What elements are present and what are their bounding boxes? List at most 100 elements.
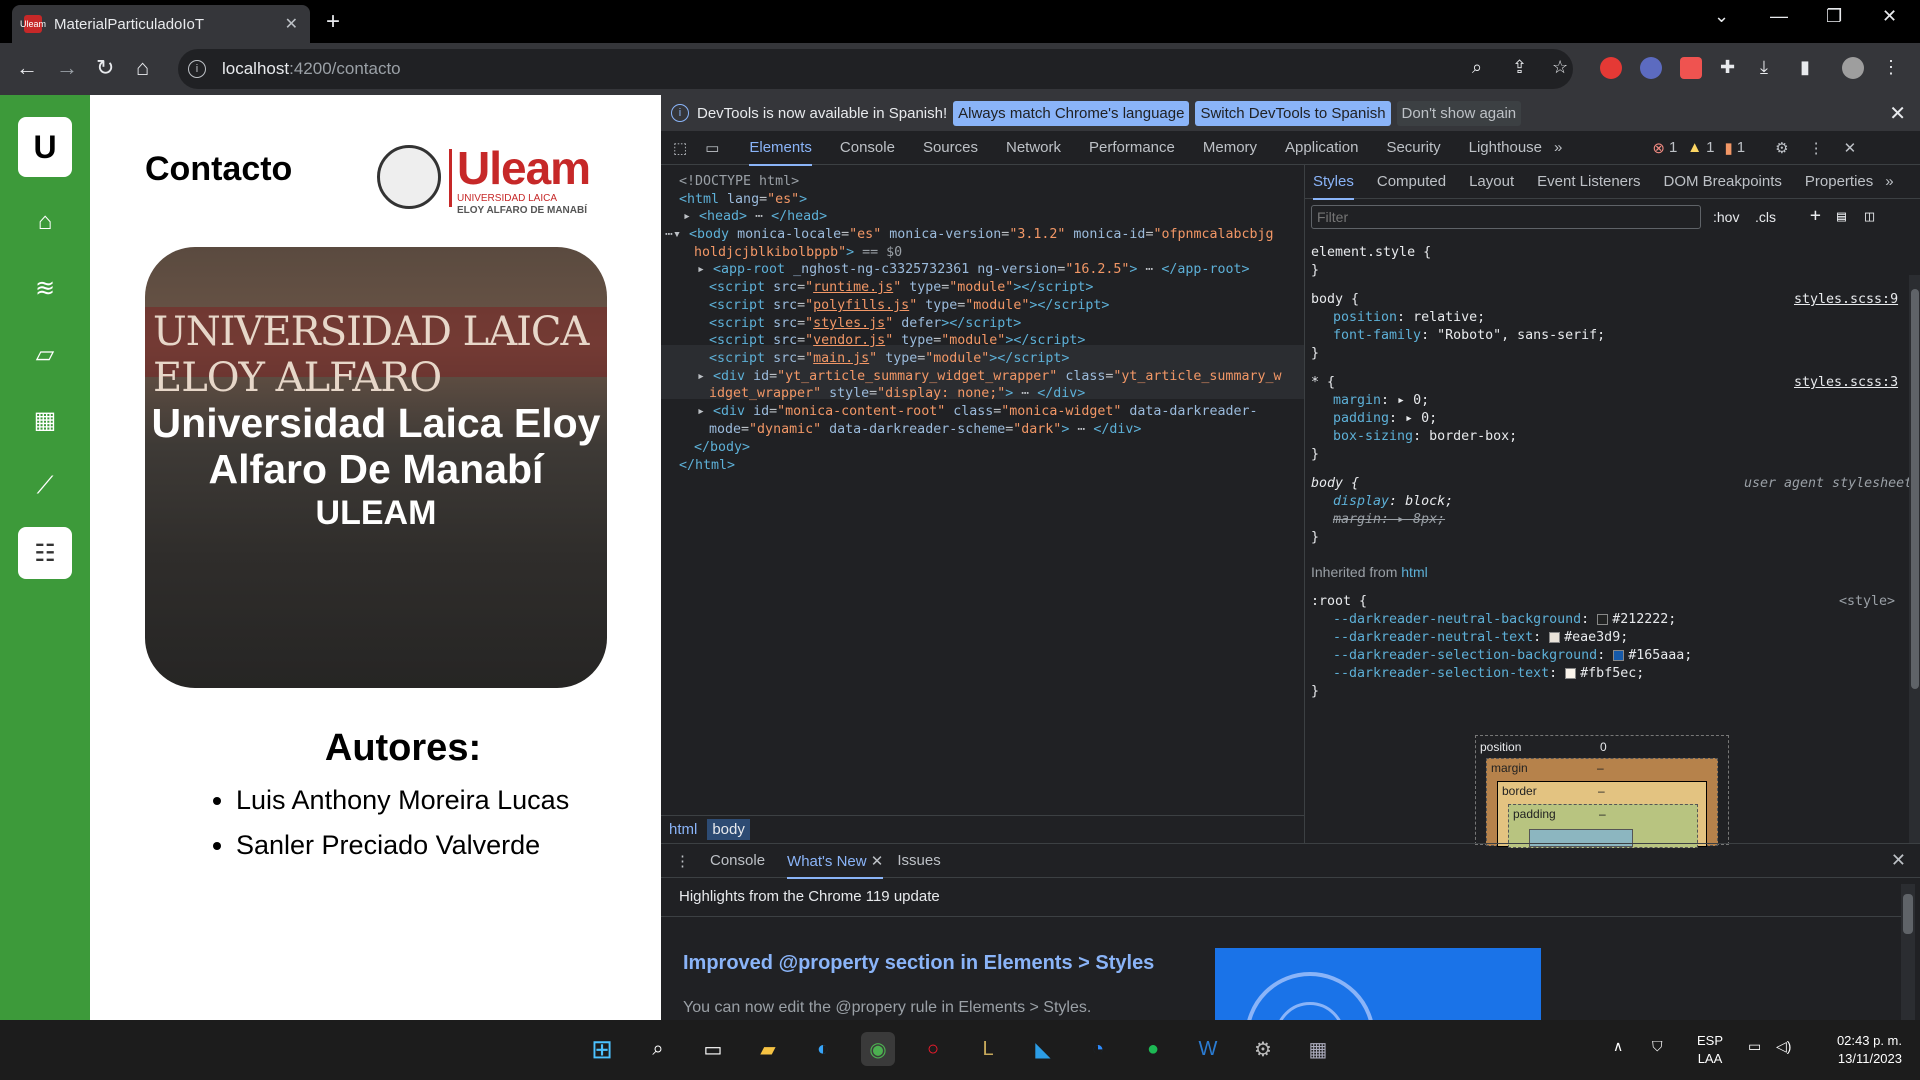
task-view-icon[interactable]: ▭ [696, 1032, 730, 1066]
tab-lighthouse[interactable]: Lighthouse [1469, 139, 1542, 156]
profile-avatar[interactable] [1842, 57, 1864, 79]
always-match-language-button[interactable]: Always match Chrome's language [953, 100, 1190, 126]
new-style-rule-icon[interactable]: + [1810, 205, 1821, 226]
word-icon[interactable]: W [1191, 1032, 1225, 1066]
styles-scrollbar[interactable] [1909, 275, 1920, 843]
chrome-icon[interactable]: ◉ [861, 1032, 895, 1066]
drawer-tab-close-icon[interactable]: ✕ [871, 853, 884, 870]
drawer-tab-issues[interactable]: Issues [897, 852, 940, 869]
switch-to-spanish-button[interactable]: Switch DevTools to Spanish [1195, 100, 1391, 126]
map-nav-icon[interactable]: ▱ [28, 337, 62, 371]
contacts-nav-icon[interactable]: ☷ [18, 527, 72, 579]
rule-element-style[interactable]: element.style { [1311, 245, 1431, 260]
rule-selector[interactable]: body { [1311, 476, 1359, 491]
zoom-icon[interactable]: ⌕ [1472, 57, 1482, 78]
css-declaration[interactable]: --darkreader-selection-text: #fbf5ec; [1333, 666, 1644, 681]
tab-close-icon[interactable]: ✕ [285, 14, 298, 34]
tab-security[interactable]: Security [1386, 139, 1440, 156]
more-style-tabs-icon[interactable]: » [1885, 173, 1893, 190]
warning-icon[interactable]: ▲ [1687, 139, 1702, 156]
error-icon[interactable]: ⊗ [1652, 139, 1665, 157]
devtools-close-icon[interactable]: ✕ [1844, 139, 1857, 157]
css-declaration[interactable]: font-family: "Roboto", sans-serif; [1333, 328, 1605, 343]
wind-nav-icon[interactable]: ≋ [28, 271, 62, 305]
windows-start-icon[interactable]: ⊞ [585, 1032, 619, 1066]
error-count[interactable]: 1 [1669, 139, 1677, 156]
paint-icon[interactable]: ▤ [1837, 207, 1846, 225]
extension-cast-icon[interactable] [1680, 57, 1702, 79]
home-icon[interactable]: ⌂ [136, 55, 149, 81]
extension-monica-icon[interactable] [1640, 57, 1662, 79]
extension-red-icon[interactable] [1600, 57, 1622, 79]
drawer-feature-heading[interactable]: Improved @property section in Elements >… [683, 952, 1154, 975]
more-tabs-icon[interactable]: » [1554, 139, 1562, 156]
hov-toggle[interactable]: :hov [1713, 209, 1739, 225]
close-window-icon[interactable]: ✕ [1882, 6, 1897, 27]
bookmark-star-icon[interactable]: ☆ [1552, 57, 1568, 78]
chart-nav-icon[interactable]: ⟋ [28, 469, 62, 503]
rule-source-link[interactable]: styles.scss:3 [1794, 375, 1898, 390]
tab-event-listeners[interactable]: Event Listeners [1537, 173, 1640, 190]
file-explorer-icon[interactable]: ▰ [751, 1032, 785, 1066]
css-declaration[interactable]: --darkreader-neutral-background: #212222… [1333, 612, 1676, 627]
css-declaration[interactable]: --darkreader-selection-background: #165a… [1333, 648, 1692, 663]
tab-elements[interactable]: Elements [749, 139, 812, 166]
home-nav-icon[interactable]: ⌂ [28, 205, 62, 239]
network-icon[interactable]: ▭ [1748, 1038, 1761, 1055]
settings-gear-icon[interactable]: ⚙ [1775, 139, 1788, 157]
edge-icon[interactable]: ◐ [806, 1032, 840, 1066]
devtools-menu-icon[interactable]: ⋮ [1809, 139, 1824, 157]
firefox-icon[interactable]: ◔ [1081, 1032, 1115, 1066]
issues-icon[interactable]: ▮ [1725, 139, 1733, 157]
drawer-close-icon[interactable]: ✕ [1891, 850, 1906, 871]
css-declaration[interactable]: position: relative; [1333, 310, 1485, 325]
league-of-legends-icon[interactable]: L [971, 1032, 1005, 1066]
rule-selector[interactable]: :root { [1311, 594, 1367, 609]
opera-icon[interactable]: ○ [916, 1032, 950, 1066]
browser-tab[interactable]: Uleam MaterialParticuladoIoT ✕ [12, 5, 310, 43]
drawer-tab-console[interactable]: Console [710, 852, 765, 869]
tab-memory[interactable]: Memory [1203, 139, 1257, 156]
tab-sources[interactable]: Sources [923, 139, 978, 156]
rule-selector[interactable]: * { [1311, 375, 1335, 390]
extensions-puzzle-icon[interactable]: ✚ [1720, 57, 1742, 79]
drawer-tab-whats-new[interactable]: What's New ✕ [787, 852, 884, 879]
breadcrumb-html[interactable]: html [669, 821, 697, 838]
drawer-menu-icon[interactable]: ⋮ [675, 852, 690, 870]
css-declaration[interactable]: padding: ▸ 0; [1333, 411, 1437, 426]
back-icon[interactable]: ← [16, 55, 38, 81]
vscode-icon[interactable]: ◣ [1026, 1032, 1060, 1066]
css-declaration[interactable]: margin: ▸ 8px; [1333, 512, 1445, 527]
share-icon[interactable]: ⇪ [1512, 57, 1527, 78]
tab-application[interactable]: Application [1285, 139, 1358, 156]
toggle-sidebar-icon[interactable]: ◫ [1865, 207, 1874, 225]
tab-search-icon[interactable]: ⌄ [1714, 6, 1729, 27]
maximize-icon[interactable]: ❐ [1826, 6, 1842, 27]
dom-line[interactable]: mode="dynamic" data-darkreader-scheme="d… [709, 419, 1141, 441]
new-tab-button[interactable]: + [326, 8, 340, 36]
tab-performance[interactable]: Performance [1089, 139, 1175, 156]
show-hidden-icons[interactable]: ∧ [1613, 1038, 1623, 1055]
settings-icon[interactable]: ⚙ [1246, 1032, 1280, 1066]
dont-show-again-button[interactable]: Don't show again [1396, 100, 1522, 126]
input-language[interactable]: ESP LAA [1690, 1032, 1730, 1068]
breadcrumb-body[interactable]: body [707, 819, 750, 840]
drawer-scrollbar[interactable] [1901, 884, 1915, 1020]
search-icon[interactable]: ⌕ [641, 1032, 675, 1066]
tab-network[interactable]: Network [1006, 139, 1061, 156]
cls-toggle[interactable]: .cls [1755, 209, 1776, 225]
tab-dom-breakpoints[interactable]: DOM Breakpoints [1664, 173, 1782, 190]
device-toolbar-icon[interactable]: ▭ [705, 139, 719, 157]
dom-line[interactable]: </html> [679, 455, 735, 477]
tab-computed[interactable]: Computed [1377, 173, 1446, 190]
site-info-icon[interactable]: i [188, 60, 206, 78]
security-icon[interactable]: ⛉ [1652, 1038, 1663, 1055]
css-declaration[interactable]: display: block; [1333, 494, 1453, 509]
css-declaration[interactable]: --darkreader-neutral-text: #eae3d9; [1333, 630, 1628, 645]
styles-filter-input[interactable] [1311, 205, 1701, 229]
spotify-icon[interactable]: ● [1136, 1032, 1170, 1066]
tab-properties[interactable]: Properties [1805, 173, 1873, 190]
app-logo[interactable]: U [18, 117, 72, 177]
minimize-icon[interactable]: — [1770, 6, 1788, 27]
tab-console[interactable]: Console [840, 139, 895, 156]
